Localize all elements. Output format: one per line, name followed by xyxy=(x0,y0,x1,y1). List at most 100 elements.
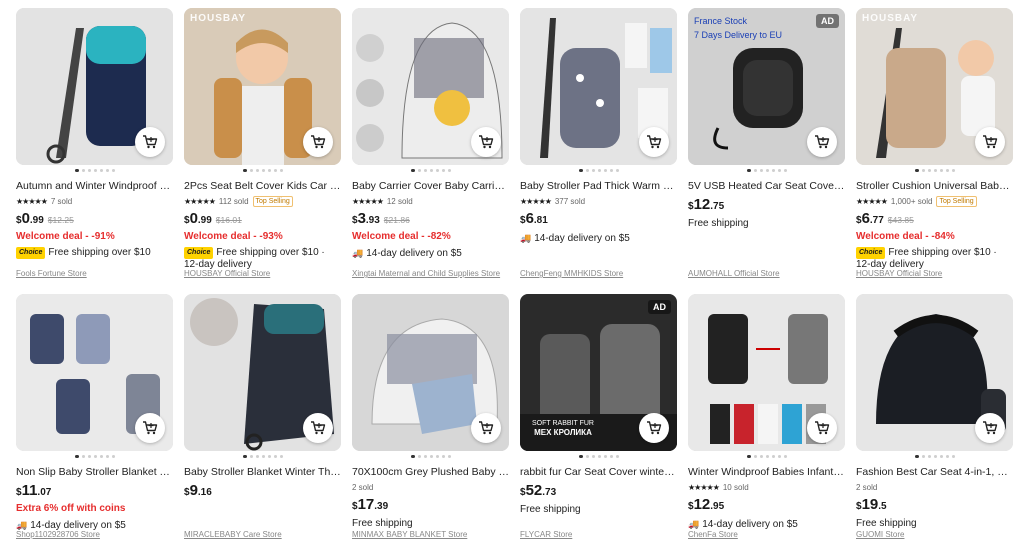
carousel-dot[interactable] xyxy=(914,169,919,172)
product-card[interactable]: Baby Carrier Cover Baby Carrier Warm Cov… xyxy=(352,8,509,294)
carousel-dot[interactable] xyxy=(429,455,433,458)
image-carousel-dots[interactable] xyxy=(16,169,173,173)
carousel-dot[interactable] xyxy=(447,169,451,172)
carousel-dot[interactable] xyxy=(615,169,619,172)
carousel-dot[interactable] xyxy=(93,169,97,172)
product-title[interactable]: Baby Carrier Cover Baby Carrier Warm Cov… xyxy=(352,180,509,193)
carousel-dot[interactable] xyxy=(267,169,271,172)
image-carousel-dots[interactable] xyxy=(520,455,677,459)
image-carousel-dots[interactable] xyxy=(688,455,845,459)
product-title[interactable]: rabbit fur Car Seat Cover winter Auto Se… xyxy=(520,466,677,479)
add-to-cart-icon[interactable] xyxy=(135,413,165,443)
image-carousel-dots[interactable] xyxy=(16,455,173,459)
carousel-dot[interactable] xyxy=(87,455,91,458)
carousel-dot[interactable] xyxy=(81,169,85,172)
add-to-cart-icon[interactable] xyxy=(471,413,501,443)
product-image[interactable]: France Stock 7 Days Delivery to EU AD xyxy=(688,8,845,165)
carousel-dot[interactable] xyxy=(597,169,601,172)
image-carousel-dots[interactable] xyxy=(184,169,341,173)
product-title[interactable]: Fashion Best Car Seat 4-in-1, Baby Seat … xyxy=(856,466,1013,479)
image-carousel-dots[interactable] xyxy=(352,455,509,459)
product-card[interactable]: Baby Stroller Pad Thick Warm Cotton Seat… xyxy=(520,8,677,294)
store-link[interactable]: AUMOHALL Official Store xyxy=(688,269,845,278)
add-to-cart-icon[interactable] xyxy=(975,127,1005,157)
carousel-dot[interactable] xyxy=(99,455,103,458)
product-image[interactable] xyxy=(16,8,173,165)
carousel-dot[interactable] xyxy=(933,169,937,172)
carousel-dot[interactable] xyxy=(105,169,109,172)
product-card[interactable]: HOUSBAY 2Pcs Seat Belt Cover Kids Car Se… xyxy=(184,8,341,294)
carousel-dot[interactable] xyxy=(273,455,277,458)
product-card[interactable]: SOFT RABBIT FUR МЕХ КРОЛИКА AD rabbit fur … xyxy=(520,294,677,552)
image-carousel-dots[interactable] xyxy=(856,169,1013,173)
carousel-dot[interactable] xyxy=(939,169,943,172)
carousel-dot[interactable] xyxy=(111,455,115,458)
product-title[interactable]: Autumn and Winter Windproof and Thick St… xyxy=(16,180,173,193)
product-title[interactable]: 70X100cm Grey Plushed Baby Car Seat Cove… xyxy=(352,466,509,479)
carousel-dot[interactable] xyxy=(597,455,601,458)
add-to-cart-icon[interactable] xyxy=(975,413,1005,443)
store-link[interactable]: ChengFeng MMHKIDS Store xyxy=(520,269,677,278)
product-image[interactable] xyxy=(352,294,509,451)
product-image[interactable] xyxy=(856,294,1013,451)
product-image[interactable]: HOUSBAY xyxy=(856,8,1013,165)
carousel-dot[interactable] xyxy=(921,169,925,172)
carousel-dot[interactable] xyxy=(435,169,439,172)
product-title[interactable]: Baby Stroller Blanket Winter Thicken War… xyxy=(184,466,341,479)
product-image[interactable] xyxy=(184,294,341,451)
carousel-dot[interactable] xyxy=(74,455,79,458)
carousel-dot[interactable] xyxy=(753,455,757,458)
carousel-dot[interactable] xyxy=(945,169,949,172)
product-card[interactable]: Autumn and Winter Windproof and Thick St… xyxy=(16,8,173,294)
product-title[interactable]: Baby Stroller Pad Thick Warm Cotton Seat… xyxy=(520,180,677,193)
carousel-dot[interactable] xyxy=(759,169,763,172)
carousel-dot[interactable] xyxy=(585,169,589,172)
carousel-dot[interactable] xyxy=(261,455,265,458)
store-link[interactable]: Xingtai Maternal and Child Supplies Stor… xyxy=(352,269,509,278)
carousel-dot[interactable] xyxy=(777,455,781,458)
product-title[interactable]: 5V USB Heated Car Seat Cover Electric He… xyxy=(688,180,845,193)
carousel-dot[interactable] xyxy=(771,169,775,172)
carousel-dot[interactable] xyxy=(255,455,259,458)
carousel-dot[interactable] xyxy=(914,455,919,458)
carousel-dot[interactable] xyxy=(410,455,415,458)
product-card[interactable]: HOUSBAY Stroller Cushion Universal Baby … xyxy=(856,8,1013,294)
carousel-dot[interactable] xyxy=(249,455,253,458)
carousel-dot[interactable] xyxy=(93,455,97,458)
carousel-dot[interactable] xyxy=(435,455,439,458)
carousel-dot[interactable] xyxy=(603,169,607,172)
carousel-dot[interactable] xyxy=(578,455,583,458)
add-to-cart-icon[interactable] xyxy=(303,127,333,157)
carousel-dot[interactable] xyxy=(255,169,259,172)
product-image[interactable]: HOUSBAY xyxy=(184,8,341,165)
carousel-dot[interactable] xyxy=(591,455,595,458)
carousel-dot[interactable] xyxy=(261,169,265,172)
carousel-dot[interactable] xyxy=(759,455,763,458)
carousel-dot[interactable] xyxy=(927,169,931,172)
image-carousel-dots[interactable] xyxy=(520,169,677,173)
product-image[interactable]: SOFT RABBIT FUR МЕХ КРОЛИКА AD xyxy=(520,294,677,451)
product-image[interactable] xyxy=(352,8,509,165)
product-title[interactable]: Stroller Cushion Universal Baby Pram Sea… xyxy=(856,180,1013,193)
add-to-cart-icon[interactable] xyxy=(471,127,501,157)
product-card[interactable]: 70X100cm Grey Plushed Baby Car Seat Cove… xyxy=(352,294,509,552)
carousel-dot[interactable] xyxy=(921,455,925,458)
add-to-cart-icon[interactable] xyxy=(807,127,837,157)
carousel-dot[interactable] xyxy=(771,455,775,458)
carousel-dot[interactable] xyxy=(410,169,415,172)
carousel-dot[interactable] xyxy=(939,455,943,458)
carousel-dot[interactable] xyxy=(746,455,751,458)
product-card[interactable]: France Stock 7 Days Delivery to EU AD 5V … xyxy=(688,8,845,294)
product-title[interactable]: Winter Windproof Babies Infant Sleeping … xyxy=(688,466,845,479)
add-to-cart-icon[interactable] xyxy=(135,127,165,157)
product-image[interactable] xyxy=(688,294,845,451)
product-image[interactable] xyxy=(520,8,677,165)
carousel-dot[interactable] xyxy=(273,169,277,172)
carousel-dot[interactable] xyxy=(242,169,247,172)
store-link[interactable]: ChenFa Store xyxy=(688,530,845,539)
store-link[interactable]: Fools Fortune Store xyxy=(16,269,173,278)
carousel-dot[interactable] xyxy=(765,455,769,458)
carousel-dot[interactable] xyxy=(951,455,955,458)
carousel-dot[interactable] xyxy=(777,169,781,172)
carousel-dot[interactable] xyxy=(417,455,421,458)
